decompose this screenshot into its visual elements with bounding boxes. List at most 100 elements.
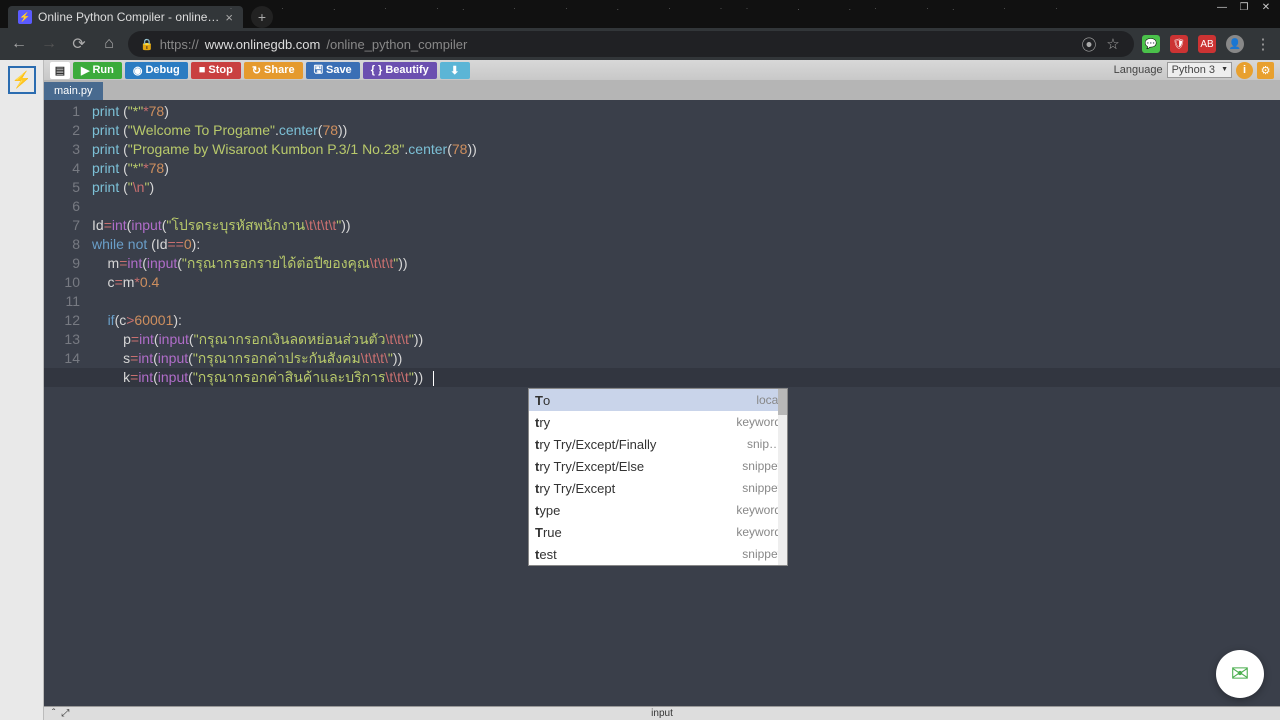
autocomplete-item[interactable]: trykeyword	[529, 411, 787, 433]
translate-icon[interactable]: ⦿	[1080, 35, 1098, 53]
scrollbar-thumb[interactable]	[778, 389, 787, 415]
onlinegdb-logo-icon[interactable]: ⚡	[8, 66, 36, 94]
line-number: 13	[44, 330, 80, 349]
code-line[interactable]: p=int(input("กรุณากรอกเงินลดหย่อนส่วนตัว…	[92, 330, 1280, 349]
line-number: 14	[44, 349, 80, 368]
line-number: 12	[44, 311, 80, 330]
line-number-gutter: 123456789101112131415	[44, 100, 90, 720]
save-label: Save	[326, 64, 352, 76]
url-path: /online_python_compiler	[326, 37, 467, 52]
code-editor[interactable]: 123456789101112131415 print ("*"*78)prin…	[44, 100, 1280, 720]
autocomplete-item[interactable]: Tolocal	[529, 389, 787, 411]
line-number: 2	[44, 121, 80, 140]
autocomplete-item[interactable]: typekeyword	[529, 499, 787, 521]
line-number: 7	[44, 216, 80, 235]
language-label: Language	[1114, 64, 1163, 76]
stop-label: Stop	[208, 64, 232, 76]
bottom-panel-bar[interactable]: ˆ ⤢ input	[44, 706, 1280, 720]
menu-icon[interactable]: ⋮	[1254, 35, 1272, 53]
app-container: ⚡ ▤ ▶ Run ◉ Debug ■ Stop ↻ Share 🖫 Save …	[0, 60, 1280, 720]
url-domain: www.onlinegdb.com	[205, 37, 321, 52]
left-sidebar: ⚡	[0, 60, 44, 720]
code-line[interactable]: print ("*"*78)	[92, 102, 1280, 121]
code-line[interactable]: s=int(input("กรุณากรอกค่าประกันสังคม\t\t…	[92, 349, 1280, 368]
code-line[interactable]: Id=int(input("โปรดระบุรหัสพนักงาน\t\t\t\…	[92, 216, 1280, 235]
line-number: 4	[44, 159, 80, 178]
code-line[interactable]: m=int(input("กรุณากรอกรายได้ต่อปีของคุณ\…	[92, 254, 1280, 273]
line-extension-icon[interactable]: 💬	[1142, 35, 1160, 53]
code-line[interactable]: if(c>60001):	[92, 311, 1280, 330]
language-value: Python 3	[1172, 64, 1215, 76]
autocomplete-item[interactable]: try Try/Except/Elsesnippet	[529, 455, 787, 477]
code-line[interactable]: print ("Welcome To Progame".center(78))	[92, 121, 1280, 140]
file-tab-bar: main.py	[44, 80, 1280, 100]
expand-icon[interactable]: ⤢	[61, 708, 69, 719]
line-number: 11	[44, 292, 80, 311]
run-button[interactable]: ▶ Run	[73, 62, 122, 79]
extension-red1-icon[interactable]: 🛡	[1170, 35, 1188, 53]
code-line[interactable]: print ("\n")	[92, 178, 1280, 197]
address-bar[interactable]: 🔒 https:// www.onlinegdb.com/online_pytho…	[128, 31, 1134, 57]
browser-toolbar: ← → ⟳ ⌂ 🔒 https:// www.onlinegdb.com/onli…	[0, 28, 1280, 60]
share-button[interactable]: ↻ Share	[244, 62, 303, 79]
line-number: 1	[44, 102, 80, 121]
reload-button[interactable]: ⟳	[68, 33, 90, 55]
star-icon[interactable]: ☆	[1104, 35, 1122, 53]
code-line[interactable]: while not (Id==0):	[92, 235, 1280, 254]
main-column: ▤ ▶ Run ◉ Debug ■ Stop ↻ Share 🖫 Save { …	[44, 60, 1280, 720]
line-number: 10	[44, 273, 80, 292]
code-line[interactable]	[92, 292, 1280, 311]
save-button[interactable]: 🖫 Save	[306, 62, 360, 79]
debug-label: Debug	[145, 64, 179, 76]
browser-tab-active[interactable]: ⚡ Online Python Compiler - online… ×	[8, 6, 243, 28]
chat-icon: ✉	[1231, 661, 1249, 687]
code-line[interactable]: c=m*0.4	[92, 273, 1280, 292]
beautify-label: { } Beautify	[371, 64, 429, 76]
restore-button[interactable]: ❐	[1236, 2, 1252, 13]
file-tab-main[interactable]: main.py	[44, 82, 103, 100]
stop-button[interactable]: ■ Stop	[191, 62, 241, 79]
line-number: 8	[44, 235, 80, 254]
autocomplete-item[interactable]: testsnippet	[529, 543, 787, 565]
autocomplete-popup[interactable]: Tolocaltrykeywordtry Try/Except/Finallys…	[528, 388, 788, 566]
autocomplete-item[interactable]: try Try/Except/Finallysnip…	[529, 433, 787, 455]
line-number: 3	[44, 140, 80, 159]
close-button[interactable]: ✕	[1258, 2, 1274, 13]
back-button[interactable]: ←	[8, 33, 30, 55]
forward-button[interactable]: →	[38, 33, 60, 55]
desktop-stars-bg: · · . · ·. · · . · ·· . .· ·. · ·	[230, 0, 1220, 28]
beautify-button[interactable]: { } Beautify	[363, 62, 437, 79]
autocomplete-scrollbar[interactable]	[778, 389, 787, 565]
settings-button[interactable]: ⚙	[1257, 62, 1274, 79]
language-select[interactable]: Python 3	[1167, 62, 1232, 78]
download-button[interactable]: ⬇	[440, 62, 470, 79]
lock-icon: 🔒	[140, 38, 154, 51]
code-line[interactable]: print ("Progame by Wisaroot Kumbon P.3/1…	[92, 140, 1280, 159]
line-number: 9	[44, 254, 80, 273]
code-line[interactable]: print ("*"*78)	[92, 159, 1280, 178]
profile-avatar-icon[interactable]: 👤	[1226, 35, 1244, 53]
share-label: Share	[264, 64, 295, 76]
line-number: 5	[44, 178, 80, 197]
autocomplete-item[interactable]: Truekeyword	[529, 521, 787, 543]
info-button[interactable]: i	[1236, 62, 1253, 79]
code-line[interactable]	[92, 197, 1280, 216]
autocomplete-item[interactable]: try Try/Exceptsnippet	[529, 477, 787, 499]
minimize-button[interactable]: —	[1214, 2, 1230, 13]
tab-title: Online Python Compiler - online…	[38, 10, 219, 24]
window-controls: — ❐ ✕	[1208, 0, 1280, 15]
code-line[interactable]: k=int(input("กรุณากรอกค่าสินค้าและบริการ…	[92, 368, 1280, 387]
url-prefix: https://	[160, 37, 199, 52]
chevron-up-icon[interactable]: ˆ	[52, 708, 55, 719]
new-file-button[interactable]: ▤	[50, 62, 70, 79]
line-number: 6	[44, 197, 80, 216]
bolt-icon: ⚡	[18, 10, 32, 24]
home-button[interactable]: ⌂	[98, 33, 120, 55]
input-tab-label[interactable]: input	[651, 708, 673, 719]
extension-icons: 💬 🛡 AB 👤 ⋮	[1142, 35, 1272, 53]
abp-extension-icon[interactable]: AB	[1198, 35, 1216, 53]
app-toolbar: ▤ ▶ Run ◉ Debug ■ Stop ↻ Share 🖫 Save { …	[44, 60, 1280, 80]
debug-button[interactable]: ◉ Debug	[125, 62, 188, 79]
run-label: Run	[92, 64, 113, 76]
intercom-chat-button[interactable]: ✉	[1216, 650, 1264, 698]
